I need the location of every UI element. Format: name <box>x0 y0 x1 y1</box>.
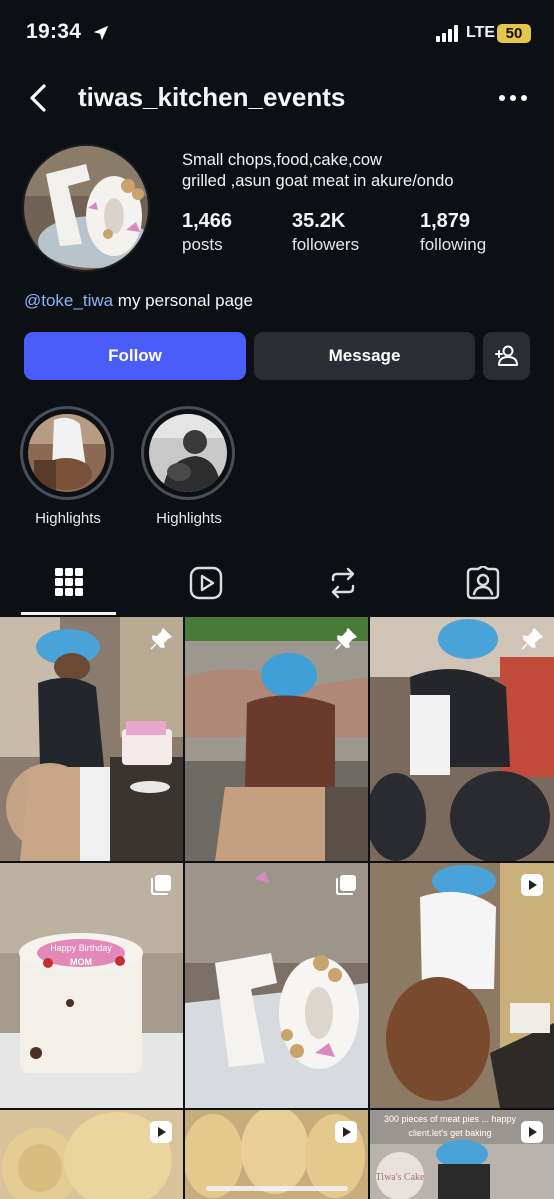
posts-count: 1,466 <box>182 210 233 232</box>
highlight-label: Highlights <box>35 510 101 527</box>
mention-link[interactable]: @toke_tiwa <box>24 291 113 310</box>
more-options-icon[interactable] <box>496 86 530 110</box>
svg-text:client.let's get baking: client.let's get baking <box>408 1128 491 1138</box>
tab-tagged[interactable] <box>435 560 531 616</box>
pinned-icon <box>150 628 172 650</box>
tab-reels[interactable] <box>158 560 254 616</box>
highlight-label: Highlights <box>156 510 222 527</box>
following-count: 1,879 <box>420 210 471 232</box>
following-stat[interactable]: 1,879 following <box>420 210 530 255</box>
highlight-cover <box>149 414 227 492</box>
tab-reposts[interactable] <box>295 560 391 616</box>
signal-icon <box>436 25 458 42</box>
bio-mention-row: @toke_tiwa my personal page <box>24 291 253 311</box>
reel-icon <box>150 1121 172 1143</box>
story-highlight[interactable]: Highlights <box>20 406 116 527</box>
reel-icon <box>335 1121 357 1143</box>
posts-stat[interactable]: 1,466 posts <box>182 210 292 255</box>
bio-line: grilled ,asun goat meat in akure/ondo <box>182 172 454 190</box>
status-bar: 19:34 LTE 50 <box>0 0 554 70</box>
mention-suffix: my personal page <box>113 291 253 310</box>
carousel-icon <box>151 875 171 895</box>
svg-text:Happy Birthday: Happy Birthday <box>50 943 112 953</box>
follow-button[interactable]: Follow <box>24 332 246 380</box>
post-thumbnail[interactable] <box>370 863 554 1108</box>
svg-text:300 pieces of meat pies ... ha: 300 pieces of meat pies ... happy <box>384 1114 517 1124</box>
carousel-icon <box>336 875 356 895</box>
svg-text:Tiwa's Cake: Tiwa's Cake <box>376 1172 425 1183</box>
post-thumbnail[interactable]: 300 pieces of meat pies ... happy client… <box>370 1110 554 1199</box>
suggest-users-button[interactable] <box>483 332 530 380</box>
back-icon[interactable] <box>24 82 56 114</box>
location-arrow-icon <box>93 25 109 41</box>
post-thumbnail[interactable] <box>0 617 183 861</box>
bio-line: Small chops,food,cake,cow <box>182 151 382 169</box>
profile-username: tiwas_kitchen_events <box>78 82 346 112</box>
reel-icon <box>521 1121 543 1143</box>
story-highlight[interactable]: Highlights <box>141 406 237 527</box>
battery-icon: 50 <box>497 24 531 43</box>
add-person-icon <box>494 345 518 366</box>
status-time: 19:34 <box>26 20 82 43</box>
following-label: following <box>420 235 487 254</box>
profile-header: tiwas_kitchen_events <box>0 72 554 126</box>
post-thumbnail[interactable] <box>0 1110 183 1199</box>
reposts-icon <box>331 567 355 599</box>
message-button[interactable]: Message <box>254 332 475 380</box>
post-thumbnail[interactable] <box>370 617 554 861</box>
pinned-icon <box>521 628 543 650</box>
profile-bio: Small chops,food,cake,cow grilled ,asun … <box>182 150 454 192</box>
post-thumbnail[interactable] <box>185 863 368 1108</box>
grid-icon <box>55 568 83 596</box>
profile-avatar[interactable] <box>22 144 150 272</box>
pinned-icon <box>335 628 357 650</box>
profile-stats: 1,466 posts 35.2K followers 1,879 follow… <box>182 210 530 255</box>
followers-label: followers <box>292 235 360 254</box>
network-type: LTE <box>466 24 496 41</box>
post-thumbnail[interactable]: Happy Birthday MOM <box>0 863 183 1108</box>
post-thumbnail[interactable] <box>185 617 368 861</box>
svg-text:MOM: MOM <box>70 957 92 967</box>
reel-icon <box>521 874 543 896</box>
home-indicator[interactable] <box>206 1186 348 1191</box>
profile-tabs <box>0 560 554 616</box>
highlight-cover <box>28 414 106 492</box>
tab-posts-grid[interactable] <box>21 560 117 616</box>
tagged-icon <box>466 566 500 600</box>
reels-icon <box>189 566 223 600</box>
active-tab-indicator <box>21 612 116 615</box>
posts-label: posts <box>182 235 223 254</box>
followers-stat[interactable]: 35.2K followers <box>292 210 420 255</box>
followers-count: 35.2K <box>292 210 346 232</box>
